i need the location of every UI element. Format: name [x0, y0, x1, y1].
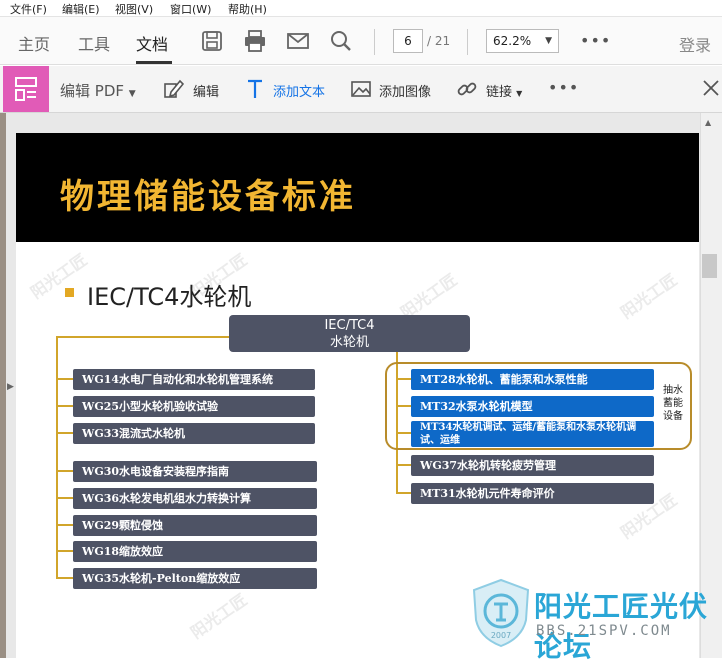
vertical-scrollbar[interactable] [700, 113, 722, 658]
chevron-down-icon: ▼ [516, 89, 523, 98]
watermark-logo: 阳光工匠 [27, 250, 91, 303]
connector-line [396, 464, 412, 466]
more-edit-tools-button[interactable]: ••• [548, 78, 579, 97]
page-total: / 21 [427, 34, 451, 48]
right-node: MT31水轮机元件寿命评价 [411, 483, 654, 504]
connector-line [56, 336, 230, 338]
connector-line [56, 577, 74, 579]
login-button[interactable]: 登录 [679, 32, 711, 56]
connector-line [56, 524, 74, 526]
menu-edit[interactable]: 编辑(E) [62, 1, 100, 17]
watermark-logo: 阳光工匠 [617, 270, 681, 323]
close-icon[interactable] [702, 79, 720, 97]
edit-pdf-label: 编辑 PDF [60, 82, 124, 100]
left-node: WG29颗粒侵蚀 [73, 515, 317, 536]
zoom-select[interactable]: 62.2% ▼ [486, 29, 559, 53]
edit-button[interactable]: 编辑 [193, 81, 219, 100]
right-node-highlighted: MT32水泵水轮机模型 [411, 396, 654, 417]
connector-line [56, 336, 58, 579]
bullet-heading: IEC/TC4水轮机 [87, 283, 252, 311]
toolbar-divider [374, 29, 375, 55]
tab-document[interactable]: 文档 [136, 31, 168, 55]
save-icon[interactable] [200, 29, 224, 53]
menu-window[interactable]: 窗口(W) [170, 1, 211, 17]
mail-icon[interactable] [286, 29, 310, 53]
chevron-down-icon: ▼ [128, 89, 136, 99]
chevron-down-icon: ▼ [545, 36, 552, 46]
add-text-button[interactable]: 添加文本 [273, 81, 325, 100]
left-node: WG33混流式水轮机 [73, 423, 315, 444]
bullet-marker [65, 288, 74, 297]
slide-title: 物理储能设备标准 [60, 177, 356, 217]
watermark-logo: 阳光工匠 [187, 590, 251, 643]
forum-shield-logo: 2007 [472, 578, 530, 648]
menu-help[interactable]: 帮助(H) [228, 1, 267, 17]
connector-line [56, 497, 74, 499]
connector-line [56, 378, 74, 380]
root-node-line1: IEC/TC4 [324, 318, 375, 333]
main-toolbar: 主页 工具 文档 6 / 21 62.2% ▼ ••• 登录 [0, 17, 722, 65]
scroll-up-arrow-icon[interactable]: ▲ [705, 118, 711, 127]
more-tools-button[interactable]: ••• [580, 31, 611, 50]
search-icon[interactable] [329, 29, 353, 53]
pumped-storage-label: 抽水蓄能设备 [663, 385, 683, 422]
menu-view[interactable]: 视图(V) [115, 1, 153, 17]
left-node: WG14水电厂自动化和水轮机管理系统 [73, 369, 315, 390]
connector-line [396, 492, 412, 494]
add-image-icon [351, 81, 371, 97]
edit-pdf-tool-icon[interactable] [3, 66, 49, 112]
link-icon [457, 82, 477, 96]
logo-year: 2007 [491, 631, 511, 640]
left-node: WG18缩放效应 [73, 541, 317, 562]
link-label: 链接 [486, 85, 513, 100]
menu-bar: 文件(F) 编辑(E) 视图(V) 窗口(W) 帮助(H) [0, 0, 722, 17]
menu-file[interactable]: 文件(F) [10, 1, 47, 17]
edit-pdf-toolbar: 编辑 PDF ▼ 编辑 添加文本 添加图像 链接 ▼ ••• [0, 66, 722, 113]
collapse-left-panel-icon[interactable]: ▶ [7, 382, 14, 392]
edit-pdf-dropdown[interactable]: 编辑 PDF ▼ [60, 80, 136, 101]
forum-url-text: BBS.21SPV.COM [536, 623, 672, 639]
right-node-highlighted: MT28水轮机、蓄能泵和水泵性能 [411, 369, 654, 390]
zoom-value: 62.2% [493, 34, 532, 48]
connector-line [56, 470, 74, 472]
scrollbar-thumb[interactable] [702, 254, 717, 278]
slide-header: 物理储能设备标准 [16, 133, 699, 242]
connector-line [56, 432, 74, 434]
root-node: IEC/TC4 水轮机 [229, 315, 470, 352]
root-node-line2: 水轮机 [329, 335, 369, 350]
page-number-input[interactable]: 6 [393, 29, 423, 53]
desktop-background-edge [0, 113, 6, 658]
right-node-highlighted: MT34水轮机调试、运维/蓄能泵和水泵水轮机调试、运维 [411, 421, 654, 447]
left-node: WG35水轮机-Pelton缩放效应 [73, 568, 317, 589]
edit-icon [164, 79, 184, 98]
print-icon[interactable] [243, 29, 267, 53]
active-tab-indicator [136, 61, 172, 64]
left-node: WG36水轮发电机组水力转换计算 [73, 488, 317, 509]
toolbar-divider [467, 29, 468, 55]
connector-line [56, 550, 74, 552]
connector-line [56, 405, 74, 407]
left-node: WG30水电设备安装程序指南 [73, 461, 317, 482]
left-node: WG25小型水轮机验收试验 [73, 396, 315, 417]
tab-tools[interactable]: 工具 [78, 31, 110, 55]
tab-home[interactable]: 主页 [18, 31, 50, 55]
add-image-button[interactable]: 添加图像 [379, 81, 431, 100]
right-node: WG37水轮机转轮疲劳管理 [411, 455, 654, 476]
link-dropdown[interactable]: 链接 ▼ [486, 81, 522, 100]
add-text-icon [248, 79, 262, 98]
